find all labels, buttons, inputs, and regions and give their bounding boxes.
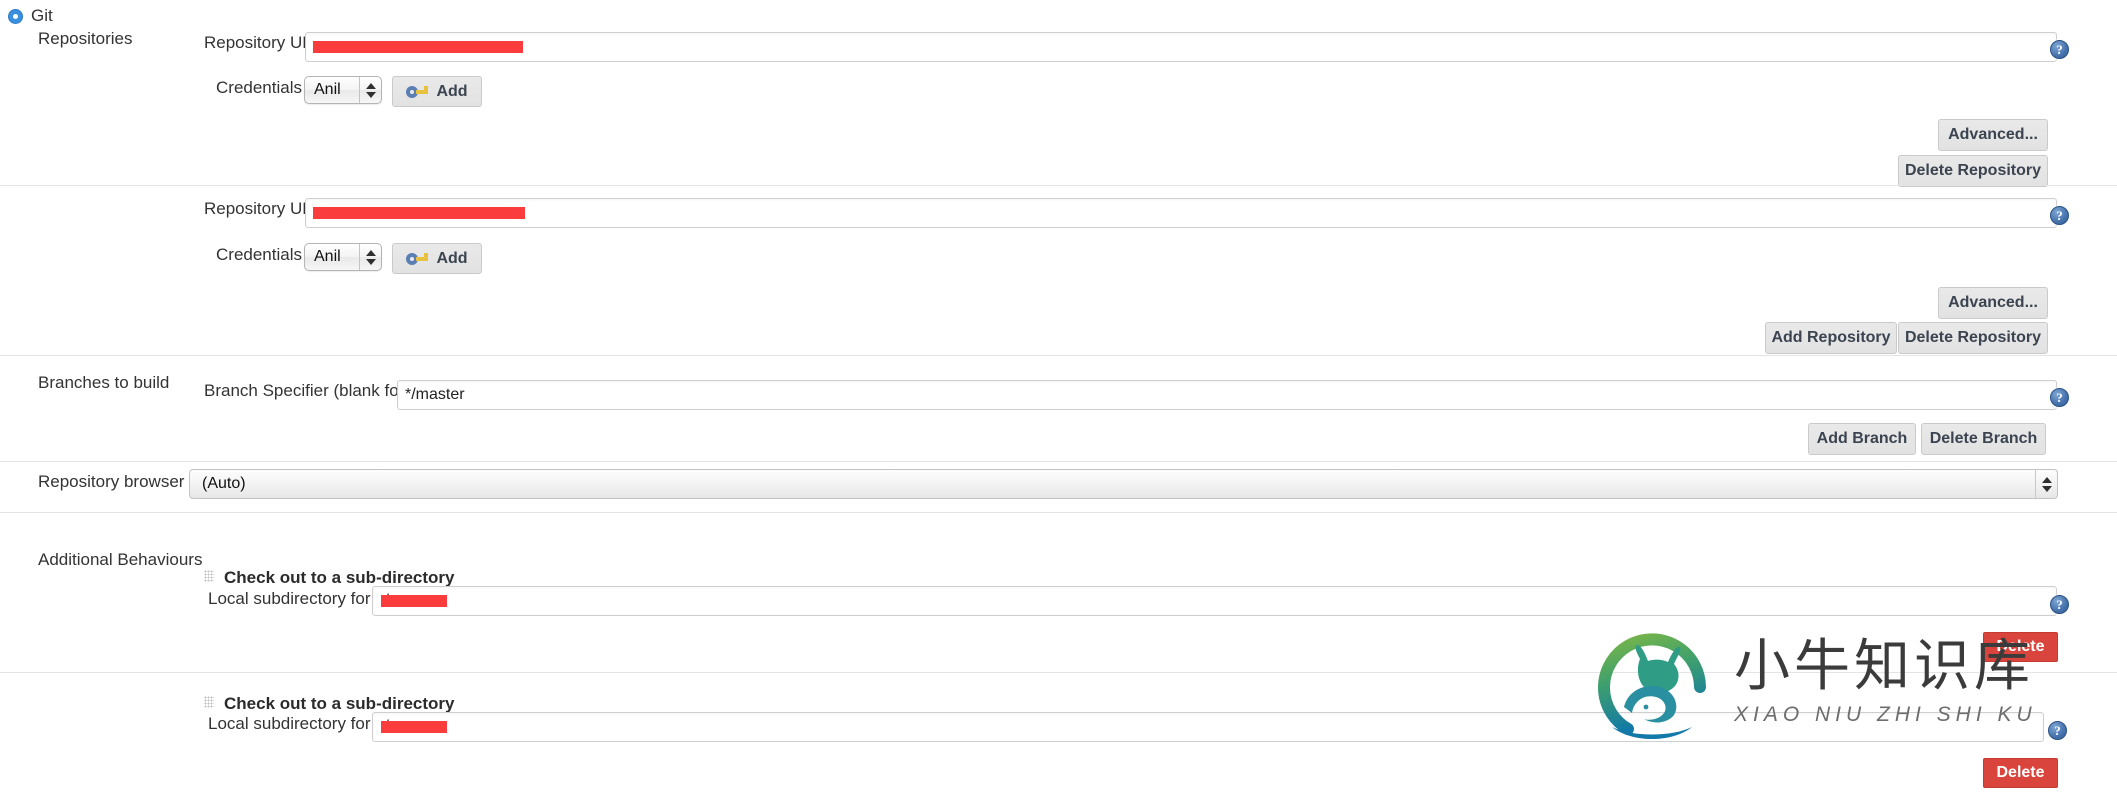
credentials-select-1[interactable]: Anil [304, 76, 382, 104]
add-branch-button[interactable]: Add Branch [1808, 423, 1916, 455]
credentials-select-value-1: Anil [314, 81, 341, 98]
key-icon [406, 85, 429, 98]
add-credentials-button-1[interactable]: Add [392, 76, 482, 107]
add-credentials-label-1: Add [436, 82, 468, 100]
stepper-icon[interactable] [359, 77, 381, 103]
stepper-icon[interactable] [2035, 470, 2057, 498]
help-icon-repository-url-2[interactable]: ? [2050, 206, 2069, 225]
repository-browser-select[interactable]: (Auto) [189, 469, 2058, 499]
radio-selected-icon[interactable] [8, 8, 23, 24]
section-label-additional-behaviours: Additional Behaviours [38, 550, 203, 569]
branch-specifier-input[interactable]: */master [397, 380, 2057, 410]
credentials-label-2: Credentials [216, 245, 302, 264]
repository-url-label-1: Repository URL [204, 33, 324, 52]
advanced-button-1[interactable]: Advanced... [1938, 119, 2048, 151]
branch-specifier-value: */master [405, 386, 465, 403]
delete-repository-button-2[interactable]: Delete Repository [1898, 322, 2048, 354]
jenkins-git-scm-config: Git Repositories Repository URL ? Creden… [0, 0, 2117, 806]
behaviour-title-2: Check out to a sub-directory [224, 694, 455, 713]
help-icon-repository-url-1[interactable]: ? [2050, 40, 2069, 59]
delete-behaviour-button-1[interactable]: Delete [1983, 632, 2058, 662]
help-icon-local-subdirectory-2[interactable]: ? [2048, 721, 2067, 740]
help-icon-branch-specifier[interactable]: ? [2050, 388, 2069, 407]
local-subdirectory-input-2[interactable]: ./ [372, 712, 2044, 742]
section-label-repository-browser: Repository browser [38, 472, 185, 491]
add-repository-button[interactable]: Add Repository [1765, 322, 1897, 354]
redacted-subdirectory-1 [380, 594, 447, 607]
repository-browser-value: (Auto) [202, 475, 246, 492]
add-credentials-button-2[interactable]: Add [392, 243, 482, 274]
redacted-subdirectory-2 [380, 720, 447, 733]
redacted-url-1 [313, 40, 523, 53]
credentials-label-1: Credentials [216, 78, 302, 97]
advanced-button-2[interactable]: Advanced... [1938, 287, 2048, 319]
drag-handle-icon-2[interactable] [204, 696, 214, 708]
credentials-select-2[interactable]: Anil [304, 243, 382, 271]
repository-url-label-2: Repository URL [204, 199, 324, 218]
redacted-url-2 [313, 206, 525, 219]
delete-repository-button-1[interactable]: Delete Repository [1898, 155, 2048, 187]
local-subdirectory-input-1[interactable]: ./ [372, 586, 2057, 616]
scm-option-git[interactable]: Git [8, 6, 53, 26]
add-credentials-label-2: Add [436, 249, 468, 267]
behaviour-title-1: Check out to a sub-directory [224, 568, 455, 587]
credentials-select-value-2: Anil [314, 248, 341, 265]
key-icon [406, 252, 429, 265]
repository-url-input-1[interactable] [305, 32, 2057, 62]
section-label-repositories: Repositories [38, 29, 133, 48]
scm-option-git-label: Git [31, 6, 53, 25]
stepper-icon[interactable] [359, 244, 381, 270]
repository-url-input-2[interactable] [305, 198, 2057, 228]
help-icon-local-subdirectory-1[interactable]: ? [2050, 595, 2069, 614]
delete-branch-button[interactable]: Delete Branch [1921, 423, 2046, 455]
drag-handle-icon-1[interactable] [204, 570, 214, 582]
section-label-branches-to-build: Branches to build [38, 373, 170, 392]
delete-behaviour-button-2[interactable]: Delete [1983, 758, 2058, 788]
